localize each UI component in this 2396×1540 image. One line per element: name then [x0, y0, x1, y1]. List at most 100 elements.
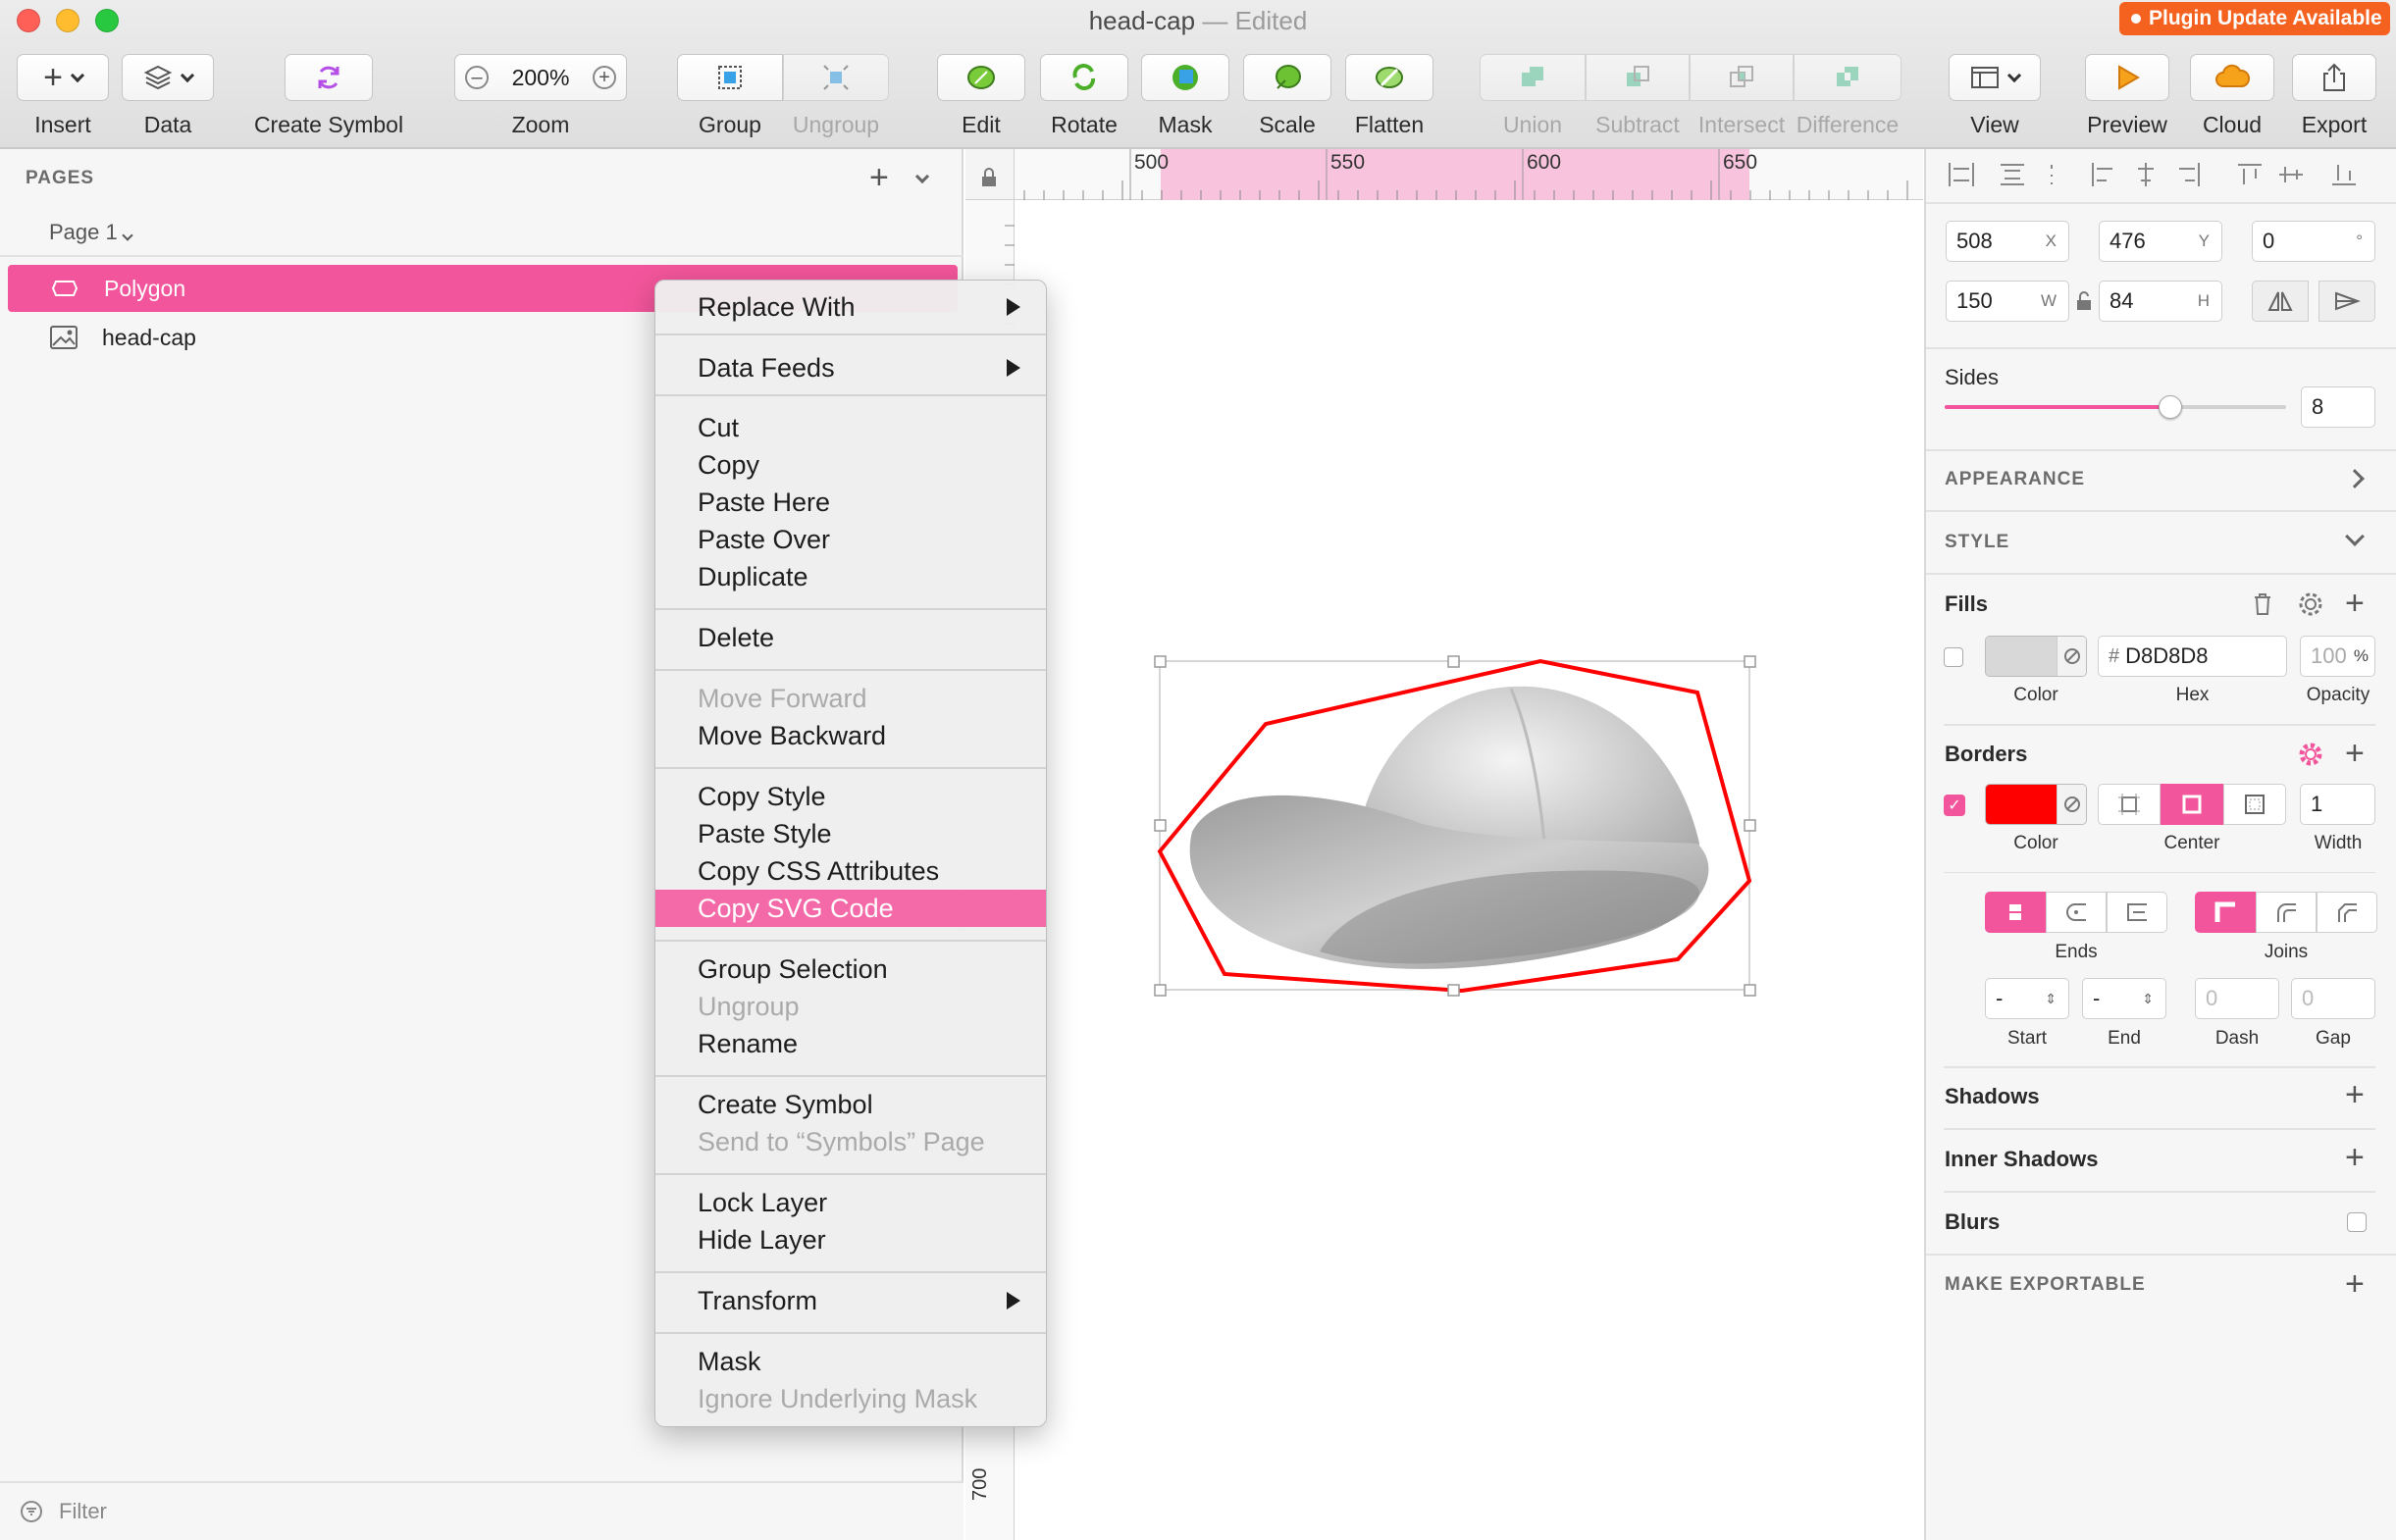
resize-handle[interactable]: [1154, 819, 1167, 832]
menu-item-hide-layer[interactable]: Hide Layer: [655, 1221, 1046, 1258]
layer-filter[interactable]: Filter: [0, 1481, 964, 1540]
sides-slider-knob[interactable]: [2158, 395, 2182, 419]
preview-button[interactable]: [2085, 54, 2169, 101]
style-header[interactable]: STYLE: [1945, 532, 2009, 553]
scale-button[interactable]: [1243, 54, 1331, 101]
add-page-icon[interactable]: +: [869, 161, 889, 194]
y-position-field[interactable]: 476 Y: [2099, 221, 2222, 262]
zoom-in-icon[interactable]: +: [592, 66, 616, 89]
trash-icon[interactable]: [2251, 591, 2274, 617]
edit-button[interactable]: [937, 54, 1025, 101]
menu-item-rename[interactable]: Rename: [655, 1025, 1046, 1062]
menu-item-cut[interactable]: Cut: [655, 409, 1046, 446]
appearance-header[interactable]: APPEARANCE: [1945, 469, 2085, 490]
sides-field[interactable]: 8: [2301, 386, 2375, 428]
flip-vertical-button[interactable]: [2318, 281, 2375, 322]
menu-item-replace-with[interactable]: Replace With: [655, 288, 1046, 326]
add-export-icon[interactable]: +: [2345, 1267, 2365, 1301]
round-join-button[interactable]: [2256, 892, 2317, 933]
intersect-button[interactable]: [1690, 54, 1794, 101]
fill-opacity-field[interactable]: 100%: [2300, 636, 2375, 677]
flip-horizontal-button[interactable]: [2252, 281, 2309, 322]
resize-handle[interactable]: [1744, 819, 1756, 832]
resize-handle[interactable]: [1154, 984, 1167, 997]
menu-item-paste-here[interactable]: Paste Here: [655, 484, 1046, 521]
collapse-pages-icon[interactable]: [914, 169, 930, 186]
color-variable-icon[interactable]: [2057, 785, 2086, 824]
fill-hex-field[interactable]: # D8D8D8: [2098, 636, 2287, 677]
menu-item-copy-css-attributes[interactable]: Copy CSS Attributes: [655, 852, 1046, 890]
plugin-update-badge[interactable]: Plugin Update Available: [2119, 2, 2390, 35]
menu-item-send-to-symbols-page[interactable]: Send to “Symbols” Page: [655, 1123, 1046, 1160]
border-position-inside-button[interactable]: [2098, 784, 2161, 825]
square-end-button[interactable]: [2107, 892, 2167, 933]
add-border-icon[interactable]: +: [2345, 737, 2365, 770]
flatten-button[interactable]: [1345, 54, 1433, 101]
polygon-selection[interactable]: [1148, 647, 1756, 1001]
subtract-button[interactable]: [1586, 54, 1690, 101]
mask-button[interactable]: [1141, 54, 1229, 101]
dash-field[interactable]: 0: [2195, 978, 2279, 1019]
cloud-button[interactable]: [2190, 54, 2274, 101]
menu-item-move-forward[interactable]: Move Forward: [655, 680, 1046, 717]
blur-enabled-checkbox[interactable]: [2347, 1212, 2367, 1232]
resize-handle[interactable]: [1447, 655, 1460, 668]
create-symbol-button[interactable]: [285, 54, 373, 101]
zoom-control[interactable]: – 200% +: [454, 54, 627, 101]
x-position-field[interactable]: 508 X: [1946, 221, 2069, 262]
export-button[interactable]: [2292, 54, 2376, 101]
union-button[interactable]: [1480, 54, 1586, 101]
menu-item-move-backward[interactable]: Move Backward: [655, 717, 1046, 754]
menu-item-lock-layer[interactable]: Lock Layer: [655, 1184, 1046, 1221]
bevel-join-button[interactable]: [2317, 892, 2377, 933]
alignment-toolbar[interactable]: [1944, 157, 2375, 192]
insert-button[interactable]: +: [17, 54, 109, 101]
menu-item-paste-style[interactable]: Paste Style: [655, 815, 1046, 852]
width-field[interactable]: 150 W: [1946, 281, 2069, 322]
difference-button[interactable]: [1794, 54, 1901, 101]
menu-item-mask[interactable]: Mask: [655, 1343, 1046, 1380]
add-fill-icon[interactable]: +: [2345, 587, 2365, 620]
color-variable-icon[interactable]: [2057, 637, 2086, 676]
fill-color-well[interactable]: [1985, 636, 2087, 677]
resize-handle[interactable]: [1447, 984, 1460, 997]
border-settings-gear-icon[interactable]: [2298, 742, 2323, 767]
lock-icon[interactable]: [978, 167, 1000, 188]
menu-item-copy[interactable]: Copy: [655, 446, 1046, 484]
round-end-button[interactable]: [2046, 892, 2107, 933]
miter-join-button[interactable]: [2195, 892, 2256, 933]
data-button[interactable]: [122, 54, 214, 101]
sides-slider[interactable]: [1945, 395, 2286, 419]
menu-item-copy-style[interactable]: Copy Style: [655, 778, 1046, 815]
rotate-button[interactable]: [1040, 54, 1128, 101]
menu-item-transform[interactable]: Transform: [655, 1282, 1046, 1319]
gear-icon[interactable]: [2298, 591, 2323, 617]
ungroup-button[interactable]: [783, 54, 889, 101]
fill-enabled-checkbox[interactable]: [1944, 647, 1963, 667]
border-enabled-checkbox[interactable]: ✓: [1944, 795, 1965, 816]
resize-handle[interactable]: [1154, 655, 1167, 668]
menu-item-ungroup[interactable]: Ungroup: [655, 988, 1046, 1025]
menu-item-copy-svg-code[interactable]: Copy SVG Code: [655, 890, 1046, 927]
page-selector[interactable]: Page 1: [49, 220, 133, 245]
end-arrow-select[interactable]: - ⇕: [2082, 978, 2166, 1019]
polygon-shape[interactable]: [1157, 658, 1752, 994]
menu-item-delete[interactable]: Delete: [655, 619, 1046, 656]
group-button[interactable]: [677, 54, 783, 101]
menu-item-create-symbol[interactable]: Create Symbol: [655, 1086, 1046, 1123]
view-button[interactable]: [1949, 54, 2041, 101]
butt-end-button[interactable]: [1985, 892, 2046, 933]
add-shadow-icon[interactable]: +: [2345, 1078, 2365, 1111]
menu-item-group-selection[interactable]: Group Selection: [655, 950, 1046, 988]
zoom-out-icon[interactable]: –: [465, 66, 489, 89]
border-position-outside-button[interactable]: [2223, 784, 2286, 825]
height-field[interactable]: 84 H: [2099, 281, 2222, 322]
lock-proportions-icon[interactable]: [2073, 289, 2095, 313]
border-color-well[interactable]: [1985, 784, 2087, 825]
add-inner-shadow-icon[interactable]: +: [2345, 1141, 2365, 1174]
resize-handle[interactable]: [1744, 655, 1756, 668]
resize-handle[interactable]: [1744, 984, 1756, 997]
menu-item-paste-over[interactable]: Paste Over: [655, 521, 1046, 558]
border-position-center-button[interactable]: [2161, 784, 2223, 825]
rotation-field[interactable]: 0 °: [2252, 221, 2375, 262]
